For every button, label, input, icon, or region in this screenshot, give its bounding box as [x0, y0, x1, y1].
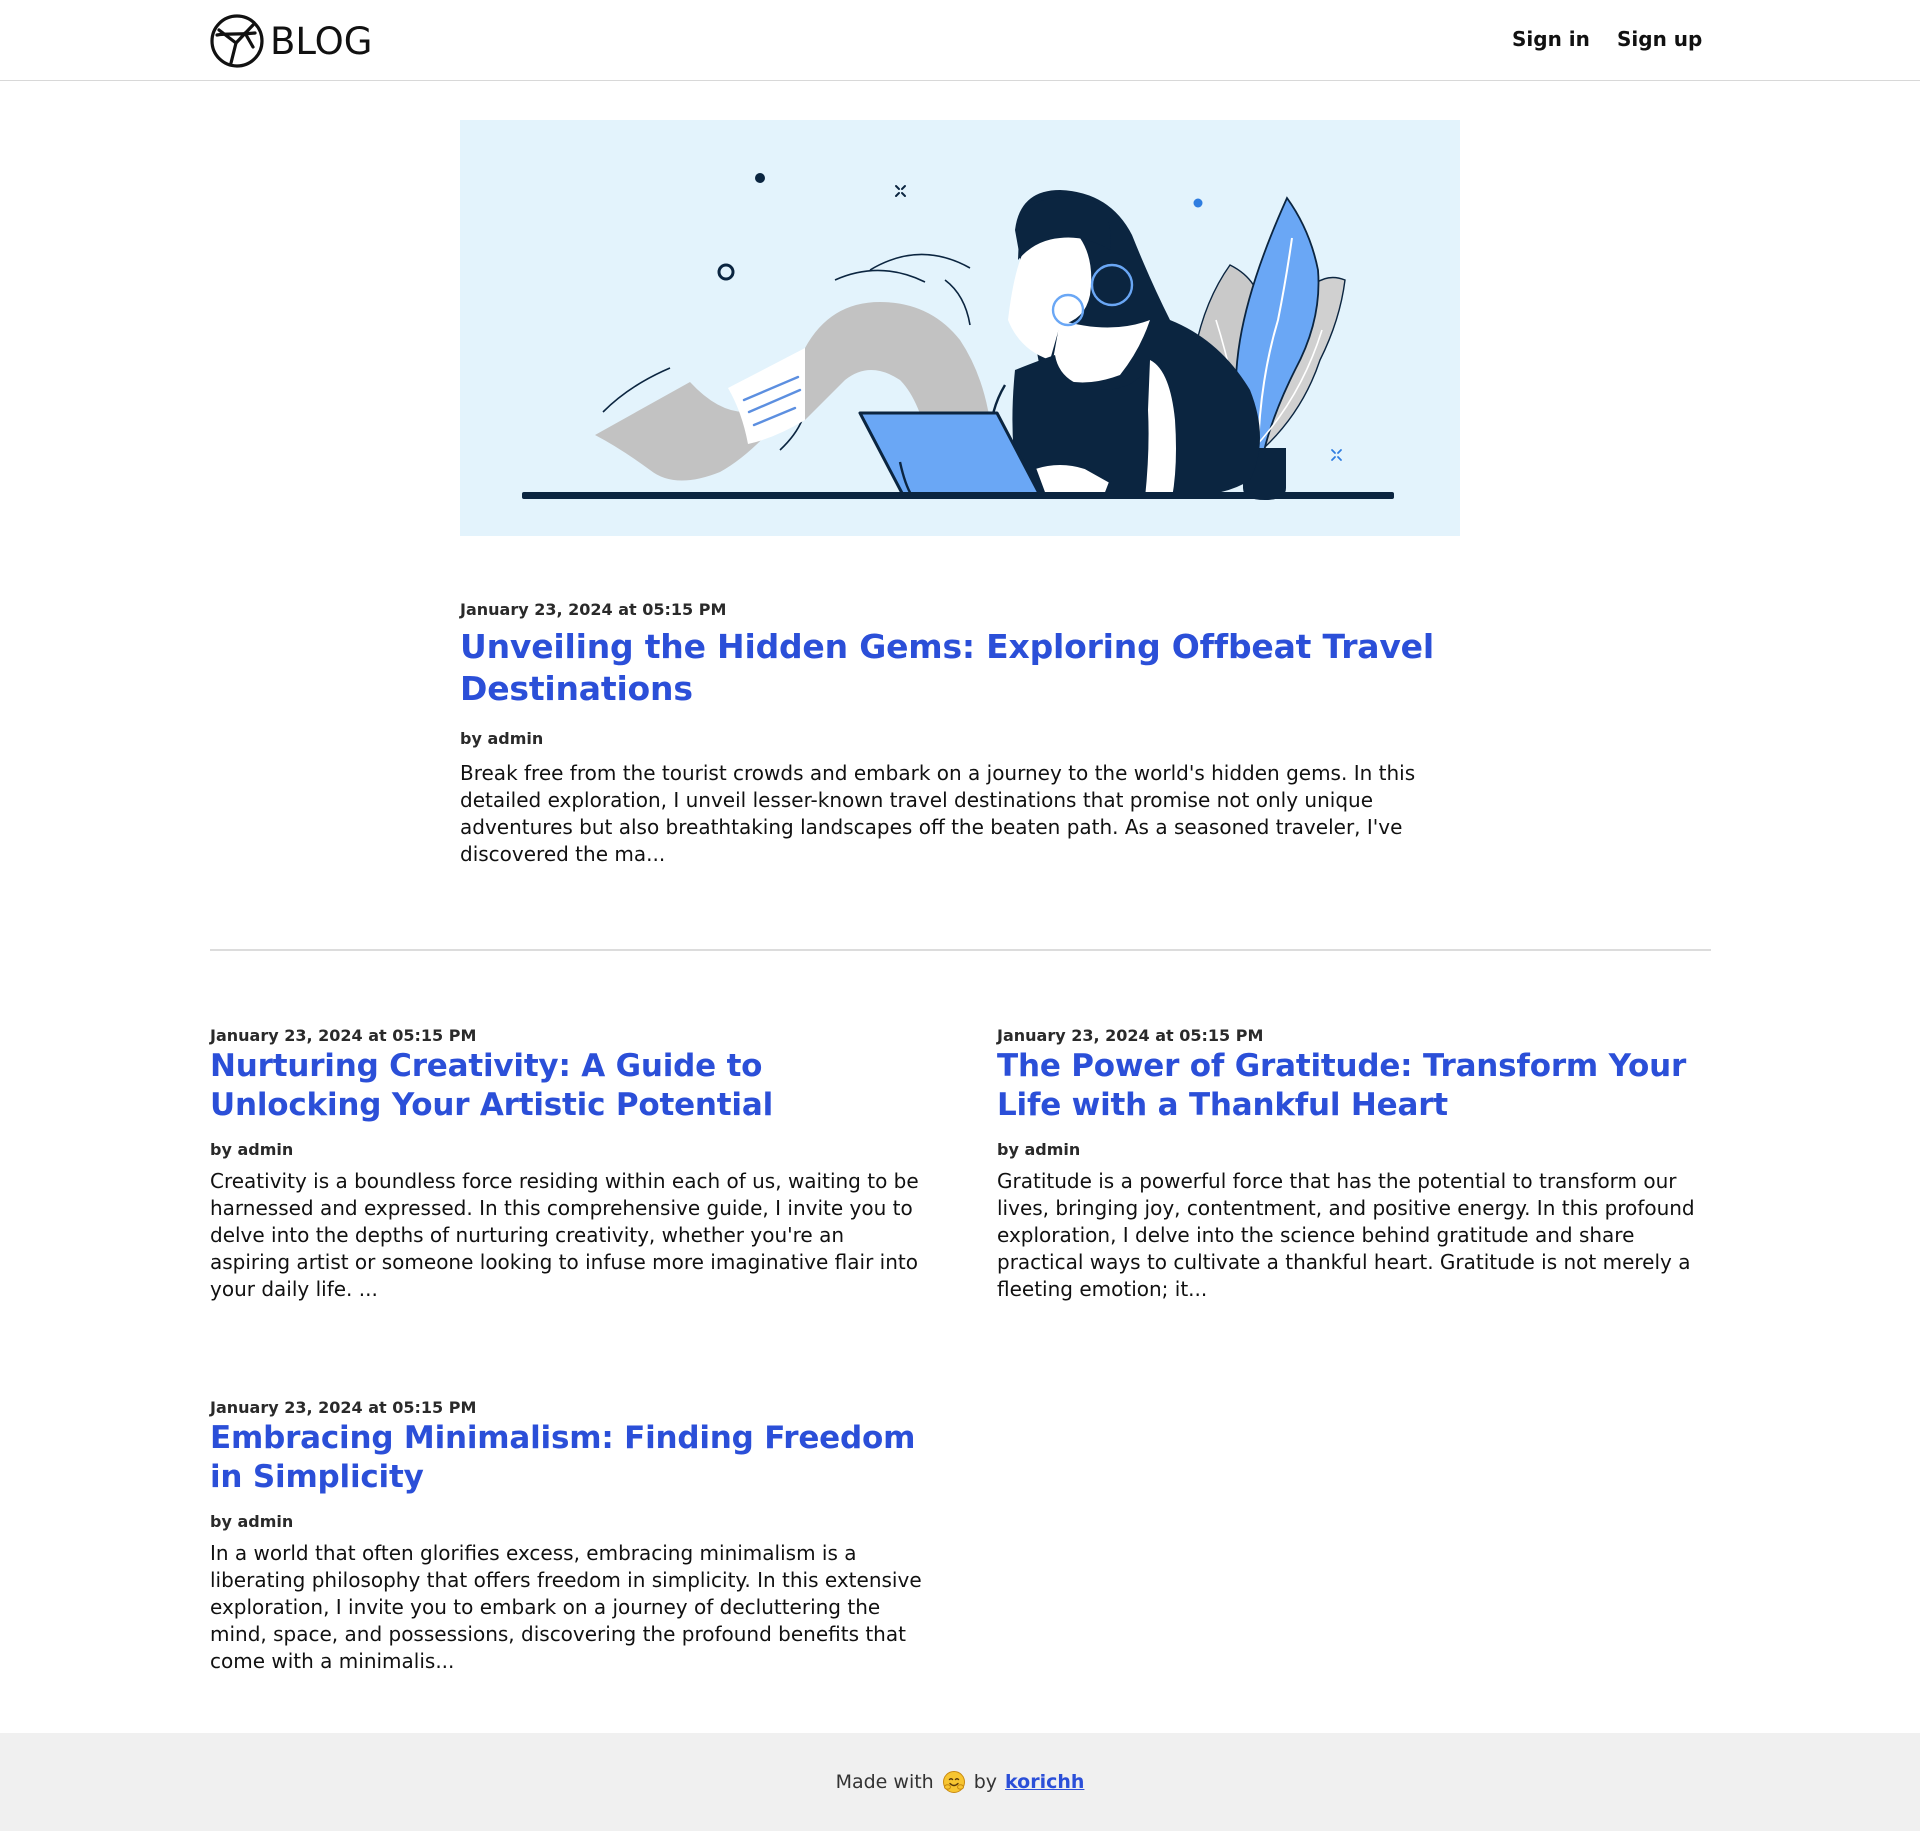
post-excerpt: Creativity is a boundless force residing…: [210, 1169, 919, 1301]
post-author: by admin: [460, 729, 544, 748]
footer-by: by: [973, 1771, 998, 1793]
hugging-face-icon: [942, 1771, 965, 1793]
post-excerpt: Break free from the tourist crowds and e…: [460, 761, 1416, 866]
woman-laptop-illustration: [460, 120, 1460, 536]
footer-credit: Made with by korichh: [835, 1770, 1084, 1794]
post-date: January 23, 2024 at 05:15 PM: [997, 1026, 1264, 1045]
featured-post-image[interactable]: [460, 120, 1460, 536]
post-excerpt: Gratitude is a powerful force that has t…: [997, 1169, 1695, 1301]
sign-up-link[interactable]: Sign up: [1617, 27, 1702, 51]
sign-in-link[interactable]: Sign in: [1512, 27, 1590, 51]
post-title-link[interactable]: Nurturing Creativity: A Guide to Unlocki…: [210, 1047, 925, 1125]
post-excerpt: In a world that often glorifies excess, …: [210, 1541, 922, 1673]
site-footer: Made with by korichh: [0, 1733, 1920, 1831]
post-author: by admin: [210, 1512, 294, 1531]
logo-link[interactable]: BLOG: [209, 12, 372, 70]
site-header: BLOG Sign in Sign up: [0, 0, 1920, 81]
post-title-link[interactable]: Embracing Minimalism: Finding Freedom in…: [210, 1419, 925, 1497]
post-author: by admin: [997, 1140, 1081, 1159]
plane-circle-icon: [210, 14, 264, 68]
logo-text: BLOG: [270, 19, 373, 63]
post-date: January 23, 2024 at 05:15 PM: [460, 600, 727, 619]
author-link[interactable]: korichh: [1005, 1771, 1084, 1793]
footer-made-with: Made with: [835, 1771, 934, 1793]
featured-post-title-link[interactable]: Unveiling the Hidden Gems: Exploring Off…: [460, 626, 1460, 710]
post-author: by admin: [210, 1140, 294, 1159]
post-title-link[interactable]: The Power of Gratitude: Transform Your L…: [997, 1047, 1712, 1125]
post-date: January 23, 2024 at 05:15 PM: [210, 1398, 477, 1417]
section-divider: [210, 949, 1711, 951]
post-date: January 23, 2024 at 05:15 PM: [210, 1026, 477, 1045]
